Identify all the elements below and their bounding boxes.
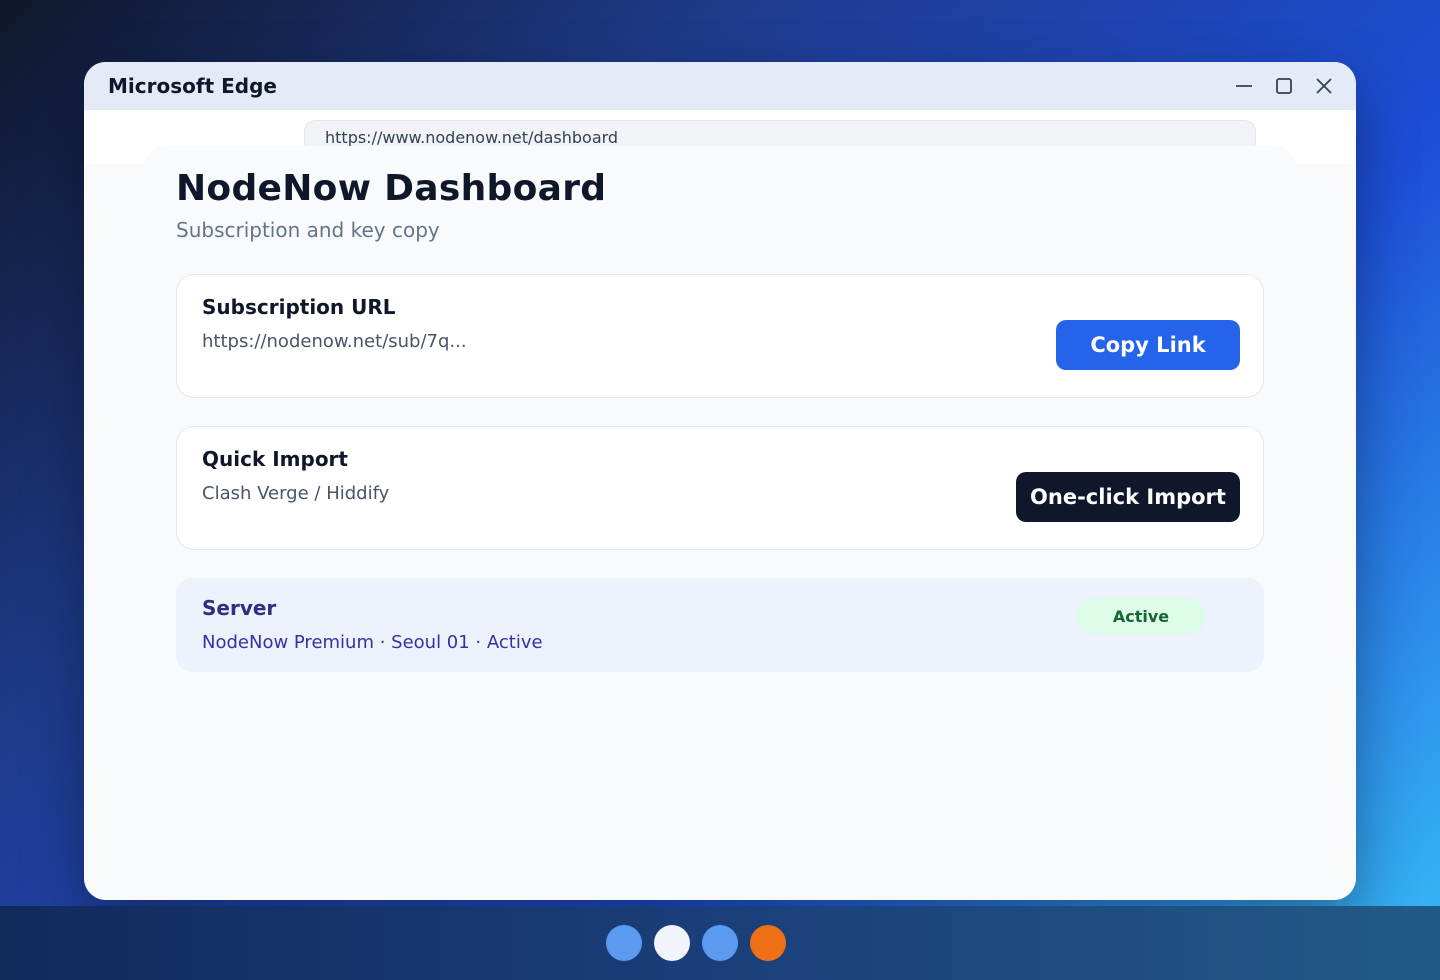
taskbar-app-orange-icon[interactable]: [750, 925, 786, 961]
taskbar: [0, 906, 1440, 980]
page-subtitle: Subscription and key copy: [176, 218, 440, 242]
quick-import-title: Quick Import: [202, 447, 348, 471]
window-controls: [1226, 62, 1342, 110]
address-url: https://www.nodenow.net/dashboard: [325, 128, 619, 147]
minimize-button[interactable]: [1226, 68, 1262, 104]
subscription-url: https://nodenow.net/sub/7q...: [202, 331, 467, 352]
status-badge: Active: [1076, 598, 1206, 634]
subscription-card: Subscription URL https://nodenow.net/sub…: [176, 274, 1264, 398]
close-icon: [1316, 78, 1332, 94]
minimize-icon: [1236, 85, 1252, 87]
browser-window: Microsoft Edge https://www.nodenow.net/d…: [84, 62, 1356, 900]
maximize-button[interactable]: [1266, 68, 1302, 104]
maximize-icon: [1276, 78, 1292, 94]
server-card: Server NodeNow Premium · Seoul 01 · Acti…: [176, 578, 1264, 672]
page-content: NodeNow Dashboard Subscription and key c…: [84, 146, 1356, 900]
server-title: Server: [202, 596, 277, 620]
page-title: NodeNow Dashboard: [176, 168, 607, 209]
window-title: Microsoft Edge: [108, 74, 277, 98]
taskbar-app-white-icon[interactable]: [654, 925, 690, 961]
quick-import-clients: Clash Verge / Hiddify: [202, 483, 390, 504]
subscription-title: Subscription URL: [202, 295, 396, 319]
server-details: NodeNow Premium · Seoul 01 · Active: [202, 632, 543, 653]
quick-import-card: Quick Import Clash Verge / Hiddify One-c…: [176, 426, 1264, 550]
copy-link-button[interactable]: Copy Link: [1056, 320, 1240, 370]
taskbar-app-blue-icon[interactable]: [606, 925, 642, 961]
close-button[interactable]: [1306, 68, 1342, 104]
one-click-import-button[interactable]: One-click Import: [1016, 472, 1240, 522]
taskbar-app-blue-2-icon[interactable]: [702, 925, 738, 961]
title-bar: Microsoft Edge: [84, 62, 1356, 110]
taskbar-dock: [606, 925, 786, 961]
